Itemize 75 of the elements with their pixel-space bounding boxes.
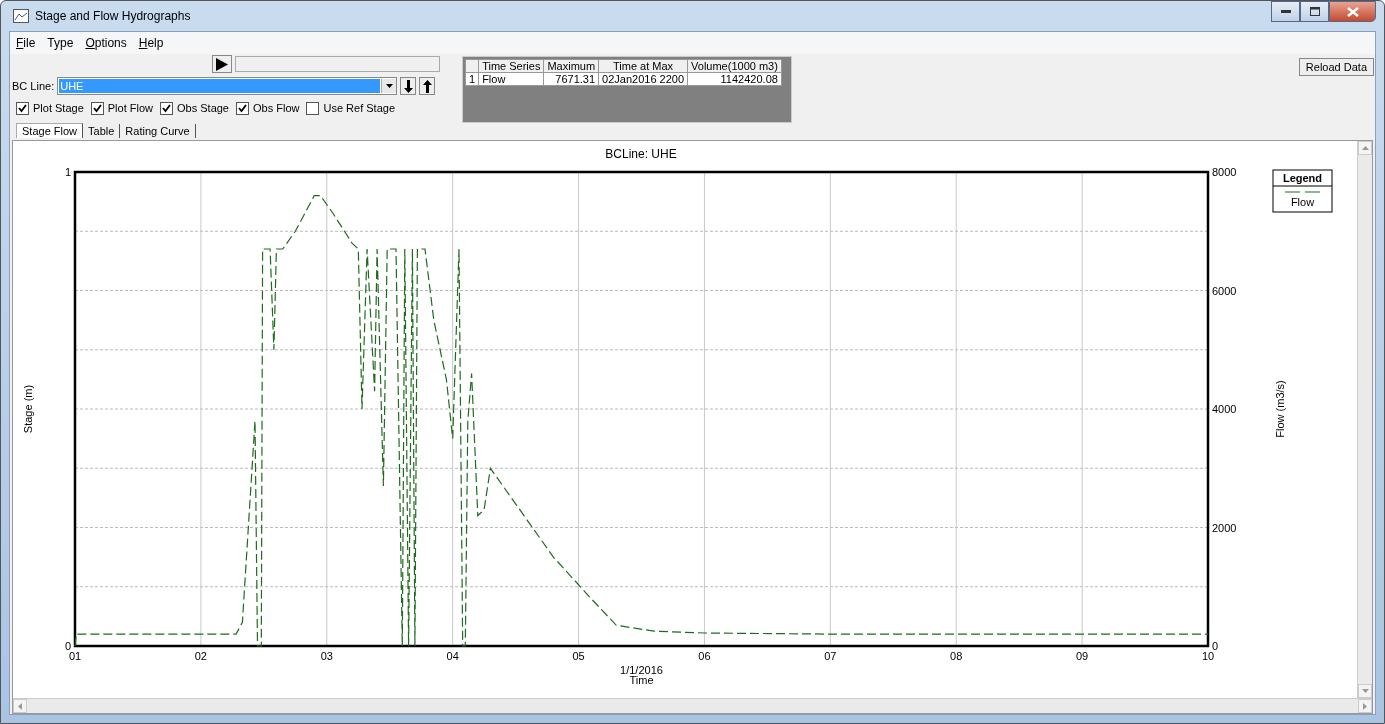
x-tick-label: 03 [320, 650, 333, 662]
checkmark-icon [162, 103, 171, 113]
close-button[interactable] [1329, 1, 1376, 22]
scroll-right-icon [1363, 702, 1367, 710]
y-tick-label: 4000 [1212, 403, 1237, 415]
checkbox[interactable]: Plot Stage [16, 101, 84, 115]
bc-line-label: BC Line: [12, 80, 55, 92]
menu-item[interactable]: Type [47, 36, 74, 50]
x-tick-label: 09 [1076, 650, 1089, 662]
checkbox[interactable]: Plot Flow [90, 101, 153, 115]
x-tick-label: 07 [824, 650, 837, 662]
dropdown-caret-icon [385, 84, 393, 88]
table-cell: Flow [478, 72, 544, 86]
column-header: Volume(1000 m3) [687, 59, 782, 73]
table-cell: 1142420.08 [687, 72, 782, 86]
tab[interactable]: Stage Flow [16, 123, 84, 138]
scroll-up-icon [1361, 146, 1369, 150]
x-tick-label: 06 [698, 650, 711, 662]
scroll-down-icon [1361, 689, 1369, 693]
stage-tick-label: 0 [64, 640, 71, 652]
table-cell: 1 [465, 72, 479, 86]
vertical-scrollbar[interactable] [1357, 141, 1372, 698]
checkmark-icon [92, 103, 102, 113]
x-tick-label: 04 [446, 650, 459, 662]
x-tick-label: 02 [194, 650, 207, 662]
checkmark-icon [238, 103, 247, 113]
column-header: Time at Max [598, 59, 688, 73]
play-button[interactable] [212, 55, 232, 73]
x-axis-title: Time [629, 674, 654, 686]
checkbox[interactable]: Obs Stage [160, 101, 229, 115]
menu-item[interactable]: Help [138, 36, 164, 50]
stage-axis-title: Stage (m) [22, 384, 34, 434]
x-tick-label: 10 [1201, 650, 1215, 662]
minimize-icon [1280, 9, 1291, 14]
legend-line-swatch [1284, 191, 1321, 193]
y-tick-label: 8000 [1212, 166, 1237, 178]
checkbox[interactable]: Use Ref Stage [306, 101, 395, 115]
move-down-button[interactable] [400, 77, 417, 95]
table-cell: 02Jan2016 2200 [598, 72, 688, 86]
reload-data-button[interactable]: Reload Data [1298, 58, 1374, 76]
down-arrow-icon [403, 79, 413, 93]
column-header: Maximum [543, 59, 599, 73]
y-axis-title: Flow (m3/s) [1274, 380, 1286, 438]
chart-title: BCLine: UHE [605, 147, 677, 161]
window-title: Stage and Flow Hydrographs [35, 9, 191, 23]
x-tick-label: 05 [572, 650, 585, 662]
legend-box [1272, 169, 1333, 213]
legend-title: Legend [1282, 172, 1323, 184]
maximize-button[interactable] [1300, 1, 1329, 22]
y-tick-label: 2000 [1212, 521, 1237, 534]
checkbox[interactable]: Obs Flow [236, 101, 300, 115]
date-label: 1/1/2016 [620, 664, 663, 676]
tab[interactable]: Table [83, 124, 121, 138]
tab[interactable]: Rating Curve [120, 124, 196, 138]
horizontal-scrollbar[interactable] [13, 698, 1372, 713]
menu-item[interactable]: File [16, 36, 36, 50]
move-up-button[interactable] [419, 77, 436, 95]
menu-item[interactable]: Options [85, 36, 127, 50]
scroll-left-icon [18, 702, 22, 710]
maximize-icon [1309, 7, 1320, 16]
x-tick-label: 01 [68, 650, 82, 662]
stage-tick-label: 1 [64, 166, 71, 178]
close-icon [1346, 6, 1359, 17]
y-tick-label: 6000 [1212, 284, 1237, 297]
x-tick-label: 08 [950, 650, 963, 662]
checkmark-icon [18, 103, 27, 113]
column-header: Time Series [478, 59, 544, 73]
play-icon [215, 57, 229, 71]
y-tick-label: 0 [1212, 640, 1219, 652]
minimize-button[interactable] [1271, 1, 1300, 22]
chart-icon [13, 9, 29, 23]
up-arrow-icon [422, 79, 432, 93]
column-header [465, 59, 479, 73]
table-cell: 7671.31 [543, 72, 599, 86]
legend-label: Flow [1290, 196, 1315, 208]
